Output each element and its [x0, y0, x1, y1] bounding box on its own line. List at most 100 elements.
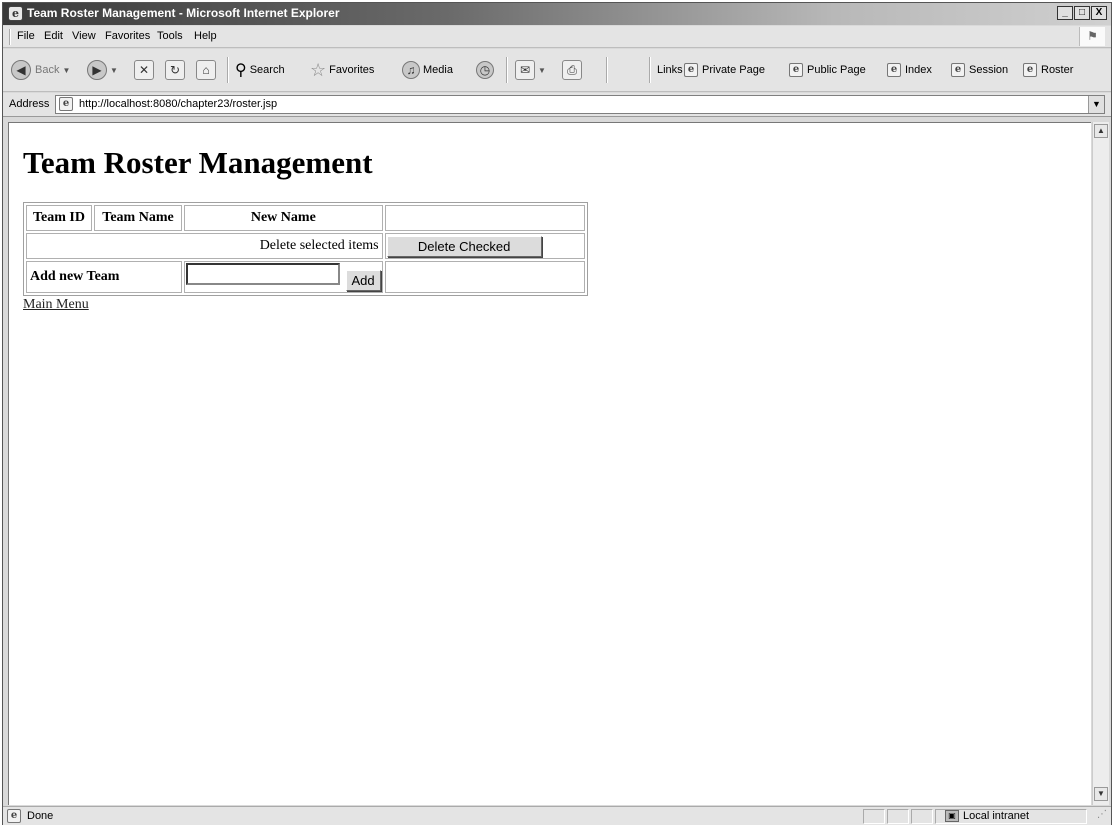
add-button[interactable]: Add — [345, 270, 381, 291]
roster-table: Team ID Team Name New Name Delete select… — [23, 202, 588, 296]
header-empty-cell — [384, 205, 585, 231]
status-pane — [911, 809, 933, 824]
mail-button[interactable]: ✉ ▼ — [515, 59, 546, 81]
media-icon: ♫ — [402, 61, 420, 79]
link-roster[interactable]: e Roster — [1023, 59, 1073, 81]
add-row: Add new Team Add — [26, 261, 585, 293]
refresh-button[interactable]: ↻ — [165, 59, 185, 81]
page-content: Team Roster Management Team ID Team Name… — [8, 122, 1091, 805]
zone-label: Local intranet — [963, 810, 1030, 822]
resize-grip-icon[interactable]: ⋰ — [1097, 809, 1109, 823]
refresh-icon: ↻ — [165, 60, 185, 80]
mail-icon: ✉ — [515, 60, 535, 80]
forward-dropdown-icon: ▼ — [110, 65, 118, 75]
ie-page-icon: e — [1023, 63, 1037, 77]
history-button[interactable]: ◷ — [476, 59, 494, 81]
star-icon: ☆ — [310, 59, 327, 80]
delete-checked-button[interactable]: Delete Checked — [386, 235, 542, 257]
status-pane — [887, 809, 909, 824]
window-title: Team Roster Management - Microsoft Inter… — [27, 6, 340, 20]
delete-button-cell: Delete Checked — [384, 233, 585, 259]
address-label: Address — [9, 98, 50, 110]
address-dropdown-icon[interactable]: ▼ — [1088, 96, 1104, 113]
new-team-input[interactable] — [186, 263, 340, 285]
back-dropdown-icon: ▼ — [62, 65, 71, 75]
ie-page-icon: e — [789, 63, 803, 77]
scroll-down-icon[interactable]: ▼ — [1094, 787, 1108, 801]
browser-window: e Team Roster Management - Microsoft Int… — [2, 2, 1112, 825]
media-button[interactable]: ♫ Media — [402, 59, 453, 81]
ie-page-icon: e — [887, 63, 901, 77]
toolbar-separator — [606, 57, 608, 83]
ie-page-icon: e — [951, 63, 965, 77]
status-bar: e Done ▣ Local intranet ⋰ — [3, 806, 1111, 825]
status-text: Done — [27, 810, 54, 822]
main-menu-link[interactable]: Main Menu — [23, 297, 89, 313]
scroll-up-icon[interactable]: ▲ — [1094, 124, 1108, 138]
home-icon: ⌂ — [196, 60, 216, 80]
link-private-page[interactable]: e Private Page — [684, 59, 765, 81]
add-empty-cell — [384, 261, 585, 293]
add-team-label: Add new Team — [26, 261, 182, 293]
standard-toolbar: ◀ Back ▼ ▶ ▼ ✕ ↻ ⌂ ⚲ Search ☆ Favorites … — [3, 49, 1111, 92]
menu-grip — [9, 29, 11, 45]
security-zone: ▣ Local intranet — [945, 810, 1029, 822]
address-bar: Address e http://localhost:8080/chapter2… — [3, 93, 1111, 117]
close-button[interactable]: X — [1091, 6, 1107, 20]
link-label: Public Page — [807, 64, 866, 76]
delete-row: Delete selected items Delete Checked — [26, 233, 585, 259]
header-team-id: Team ID — [26, 205, 92, 231]
search-button[interactable]: ⚲ Search — [235, 59, 285, 81]
home-button[interactable]: ⌂ — [196, 59, 216, 81]
link-public-page[interactable]: e Public Page — [789, 59, 866, 81]
link-label: Session — [969, 64, 1009, 76]
menu-edit[interactable]: Edit — [44, 30, 63, 42]
favorites-label: Favorites — [329, 64, 375, 76]
print-icon: ⎙ — [562, 60, 582, 80]
link-label: Index — [905, 64, 932, 76]
menu-tools[interactable]: Tools — [157, 30, 183, 42]
header-team-name: Team Name — [94, 205, 182, 231]
stop-icon: ✕ — [134, 60, 154, 80]
forward-button[interactable]: ▶ ▼ — [87, 59, 118, 81]
history-icon: ◷ — [476, 61, 494, 79]
ie-page-icon: e — [7, 809, 21, 823]
media-label: Media — [423, 64, 453, 76]
title-bar: e Team Roster Management - Microsoft Int… — [3, 3, 1111, 25]
minimize-button[interactable]: _ — [1057, 6, 1073, 20]
delete-label: Delete selected items — [26, 233, 383, 259]
address-url: http://localhost:8080/chapter23/roster.j… — [79, 98, 278, 110]
forward-arrow-icon: ▶ — [87, 60, 107, 80]
link-label: Roster — [1041, 64, 1074, 76]
ie-app-icon: e — [8, 6, 23, 21]
intranet-icon: ▣ — [945, 810, 959, 822]
links-label: Links — [657, 64, 683, 76]
mail-dropdown-icon: ▼ — [538, 65, 546, 75]
menu-help[interactable]: Help — [194, 30, 217, 42]
links-separator — [649, 57, 651, 83]
menu-bar: File Edit View Favorites Tools Help ⚑ — [3, 26, 1111, 48]
add-input-cell: Add — [184, 261, 383, 293]
address-input[interactable]: e http://localhost:8080/chapter23/roster… — [55, 95, 1105, 114]
search-icon: ⚲ — [235, 62, 247, 79]
vertical-scrollbar[interactable]: ▲ ▼ — [1092, 122, 1109, 805]
ie-page-icon: e — [684, 63, 698, 77]
link-session[interactable]: e Session — [951, 59, 1008, 81]
link-index[interactable]: e Index — [887, 59, 932, 81]
maximize-button[interactable]: □ — [1074, 6, 1090, 20]
page-title: Team Roster Management — [23, 145, 373, 180]
toolbar-separator — [227, 57, 229, 83]
status-pane — [863, 809, 885, 824]
link-label: Private Page — [702, 64, 765, 76]
back-label: Back — [35, 64, 60, 76]
ie-page-icon: e — [59, 97, 73, 111]
stop-button[interactable]: ✕ — [134, 59, 154, 81]
back-arrow-icon: ◀ — [11, 60, 31, 80]
print-button[interactable]: ⎙ — [562, 59, 582, 81]
menu-favorites[interactable]: Favorites — [105, 30, 150, 42]
windows-logo-icon: ⚑ — [1079, 27, 1105, 46]
back-button[interactable]: ◀ Back ▼ — [11, 59, 70, 81]
favorites-button[interactable]: ☆ Favorites — [310, 59, 374, 81]
menu-file[interactable]: File — [17, 30, 35, 42]
menu-view[interactable]: View — [72, 30, 96, 42]
